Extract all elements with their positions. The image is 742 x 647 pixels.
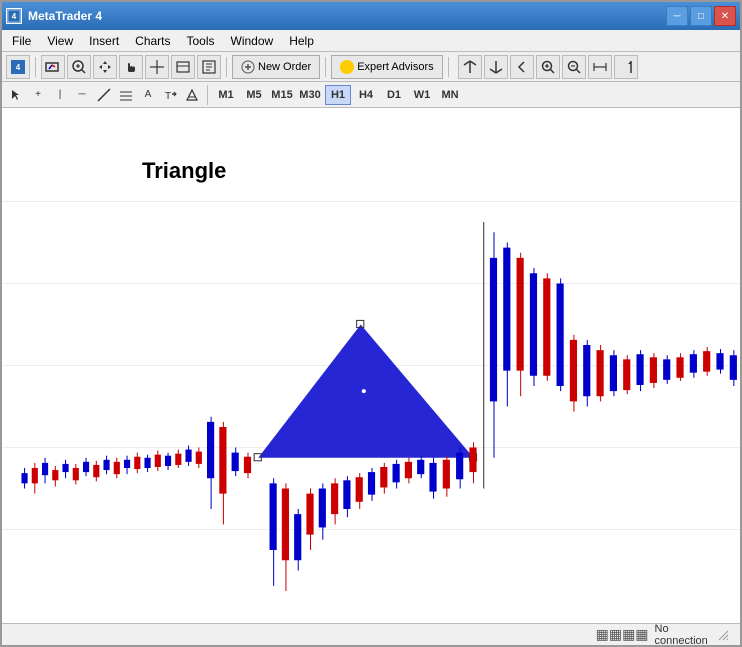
crosshair-tool[interactable]: + [28, 85, 48, 105]
title-bar-left: 4 MetaTrader 4 [6, 8, 102, 24]
expert-advisors-label: Expert Advisors [357, 61, 433, 73]
horizontal-line-tool[interactable]: ─ [72, 85, 92, 105]
new-order-button[interactable]: New Order [232, 55, 320, 79]
toolbar-main: 4 New Order Exp [2, 52, 740, 82]
app-icon: 4 [6, 8, 22, 24]
new-chart-button[interactable] [41, 55, 65, 79]
minimize-button[interactable]: ─ [666, 6, 688, 26]
candles-right [429, 222, 737, 499]
menu-window[interactable]: Window [223, 32, 282, 50]
fib-tool[interactable] [116, 85, 136, 105]
period-sep-button[interactable] [171, 55, 195, 79]
chart-svg [2, 108, 740, 623]
text2-tool[interactable]: T [160, 85, 180, 105]
toolbar-sep-1 [35, 57, 36, 77]
tb2-sep [207, 85, 208, 105]
triangle-center-dot [362, 389, 366, 393]
period-h1[interactable]: H1 [325, 85, 351, 105]
marker-tool[interactable] [182, 85, 202, 105]
status-section-5: ▦▦▦▦ No connection [590, 623, 734, 647]
vertical-line-tool[interactable]: | [50, 85, 70, 105]
period-m1[interactable]: M1 [213, 85, 239, 105]
drawing-toolbar: + | ─ A T M1 M5 M15 M30 H1 H4 D1 W1 MN [2, 82, 740, 108]
svg-text:T: T [165, 91, 171, 102]
status-bar: ▦▦▦▦ No connection [2, 623, 740, 645]
toolbar-sep-4 [448, 57, 449, 77]
connection-status: No connection [655, 623, 711, 647]
svg-text:4: 4 [16, 63, 21, 72]
cursor-tool[interactable] [6, 85, 26, 105]
autoscroll-button[interactable] [614, 55, 638, 79]
template-button[interactable] [197, 55, 221, 79]
svg-text:4: 4 [12, 12, 17, 21]
title-bar: 4 MetaTrader 4 ─ □ ✕ [2, 2, 740, 30]
chart-label: Triangle [142, 158, 226, 184]
menu-tools[interactable]: Tools [179, 32, 223, 50]
zoom-out-button[interactable] [562, 55, 586, 79]
candles-left [21, 417, 251, 525]
period-w1[interactable]: W1 [409, 85, 435, 105]
right-toolbar [458, 55, 638, 79]
menu-file[interactable]: File [4, 32, 39, 50]
text-tool[interactable]: A [138, 85, 158, 105]
zoom-in-button[interactable] [67, 55, 91, 79]
history-button[interactable] [484, 55, 508, 79]
toolbar-sep-2 [226, 57, 227, 77]
crosshair-button[interactable] [145, 55, 169, 79]
menu-view[interactable]: View [39, 32, 81, 50]
period-m30[interactable]: M30 [297, 85, 323, 105]
chart-area[interactable]: Triangle [2, 108, 740, 623]
expert-icon [340, 60, 354, 74]
menu-help[interactable]: Help [281, 32, 322, 50]
menu-bar: File View Insert Charts Tools Window Hel… [2, 30, 740, 52]
period-h4[interactable]: H4 [353, 85, 379, 105]
expert-advisors-button[interactable]: Expert Advisors [331, 55, 442, 79]
trend-line-tool[interactable] [94, 85, 114, 105]
close-button[interactable]: ✕ [714, 6, 736, 26]
menu-charts[interactable]: Charts [127, 32, 178, 50]
connection-icon: ▦▦▦▦ [596, 626, 649, 643]
candles-dip [270, 456, 425, 591]
toolbar-sep-3 [325, 57, 326, 77]
title-controls: ─ □ ✕ [666, 6, 736, 26]
logo-button[interactable]: 4 [6, 55, 30, 79]
accounts-button[interactable] [458, 55, 482, 79]
move-button[interactable] [93, 55, 117, 79]
scale-button[interactable] [588, 55, 612, 79]
period-m15[interactable]: M15 [269, 85, 295, 105]
zoom-mag-button[interactable] [536, 55, 560, 79]
period-m5[interactable]: M5 [241, 85, 267, 105]
resize-grip-icon [717, 628, 728, 642]
status-sections: ▦▦▦▦ No connection [8, 623, 734, 647]
window-title: MetaTrader 4 [28, 9, 102, 23]
new-order-label: New Order [258, 61, 311, 73]
restore-button[interactable]: □ [690, 6, 712, 26]
back-button[interactable] [510, 55, 534, 79]
period-d1[interactable]: D1 [381, 85, 407, 105]
period-mn[interactable]: MN [437, 85, 463, 105]
main-window: 4 MetaTrader 4 ─ □ ✕ File View Insert Ch… [0, 0, 742, 647]
menu-insert[interactable]: Insert [81, 32, 127, 50]
hand-button[interactable] [119, 55, 143, 79]
